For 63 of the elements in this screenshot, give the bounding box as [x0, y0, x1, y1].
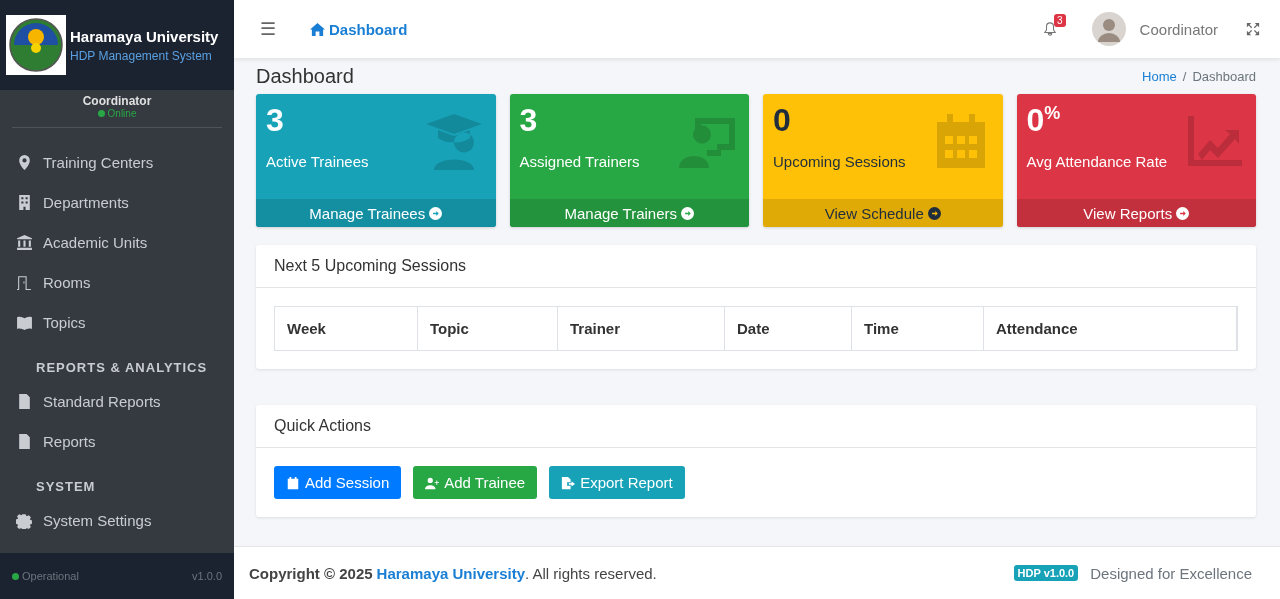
- panel-title: Quick Actions: [256, 405, 1256, 448]
- card-link[interactable]: Manage Trainees: [256, 199, 496, 227]
- notification-count: 3: [1054, 14, 1066, 27]
- column-header: Week: [275, 307, 418, 350]
- arrow-circle-icon: [681, 206, 695, 220]
- online-status: Online: [97, 108, 137, 119]
- file-export-icon: [561, 475, 576, 490]
- user-plus-icon: [425, 475, 440, 490]
- system-status: Operational: [12, 570, 79, 582]
- footer-tagline: Designed for Excellence: [1090, 564, 1252, 582]
- card-link[interactable]: View Schedule: [763, 199, 1003, 227]
- column-header: Date: [725, 307, 852, 350]
- copyright-text: Copyright © 2025 Haramaya University. All rights reserved.: [249, 564, 657, 582]
- section-heading: REPORTS & ANALYTICS: [35, 359, 209, 377]
- brand-title: Haramaya University: [70, 27, 219, 45]
- home-icon: [310, 21, 325, 37]
- user-name: Coordinator: [82, 94, 152, 108]
- stat-value: 0: [773, 102, 792, 139]
- user-menu[interactable]: Coordinator: [1139, 20, 1218, 38]
- avatar-icon[interactable]: [1091, 12, 1126, 46]
- stat-label: Avg Attendance Rate: [1026, 153, 1168, 170]
- breadcrumb-link[interactable]: Home: [1142, 68, 1177, 84]
- panel-title: Next 5 Upcoming Sessions: [256, 245, 1256, 288]
- stat-value: 3: [266, 102, 285, 139]
- stat-label: Upcoming Sessions: [773, 153, 906, 170]
- stat-value: 3: [519, 102, 539, 139]
- section-heading: SYSTEM: [35, 478, 97, 496]
- card-link[interactable]: Manage Trainers: [509, 199, 749, 227]
- dashboard-link[interactable]: Dashboard: [310, 20, 408, 38]
- action-button[interactable]: Add Session: [274, 466, 402, 499]
- sidebar-item[interactable]: Academic Units: [0, 222, 234, 262]
- stat-label: Assigned Trainers: [519, 153, 640, 170]
- brand-subtitle: HDP Management System: [70, 48, 213, 63]
- stat-label: Active Trainees: [266, 153, 369, 170]
- bell-icon[interactable]: [1043, 22, 1058, 36]
- action-button[interactable]: Add Trainee: [413, 466, 538, 499]
- current-page-label: Dashboard: [1192, 68, 1256, 84]
- fullscreen-icon[interactable]: [1246, 22, 1260, 36]
- sidebar-item[interactable]: Rooms: [0, 262, 234, 302]
- sidebar-item[interactable]: System Settings: [0, 500, 234, 540]
- sidebar-item[interactable]: Topics: [0, 302, 234, 342]
- stat-value: 0$^{%}$: [1026, 102, 1062, 139]
- action-button[interactable]: Export Report: [549, 466, 685, 499]
- arrow-circle-icon: [429, 206, 443, 220]
- university-logo-icon: [6, 15, 66, 75]
- card-link[interactable]: View Reports: [1016, 199, 1256, 227]
- column-header: Time: [852, 307, 984, 350]
- column-header: Topic: [418, 307, 558, 350]
- sidebar-item[interactable]: Standard Reports: [0, 381, 234, 421]
- arrow-circle-icon: [1176, 206, 1190, 220]
- version-badge: HDP v1.0.0: [1013, 565, 1079, 581]
- university-link[interactable]: Haramaya University: [376, 564, 525, 582]
- arrow-circle-icon: [927, 206, 941, 220]
- column-header: Attendance: [984, 307, 1237, 350]
- calendar-plus-icon: [286, 475, 300, 490]
- version-label: v1.0.0: [192, 570, 222, 582]
- breadcrumb-separator: /: [1182, 68, 1187, 84]
- sidebar-item[interactable]: Reports: [0, 421, 234, 461]
- menu-button[interactable]: ☰: [254, 16, 282, 42]
- page-title: Dashboard: [256, 64, 354, 88]
- sidebar-item[interactable]: Training Centers: [0, 142, 234, 182]
- sidebar-item[interactable]: Departments: [0, 182, 234, 222]
- column-header: Trainer: [558, 307, 725, 350]
